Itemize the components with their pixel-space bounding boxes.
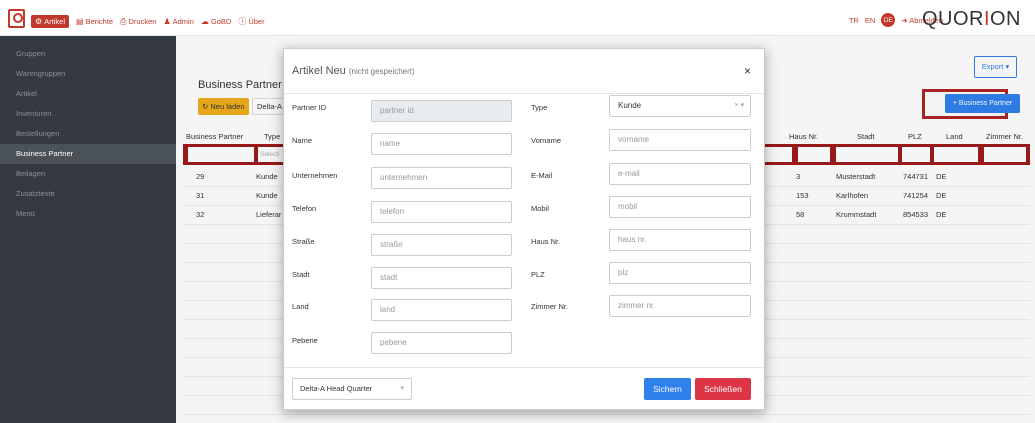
location-select-value: Delta-A Head Quarter	[300, 384, 373, 393]
sidebar-item-bestellungen[interactable]: Bestellungen	[0, 124, 176, 144]
close-button[interactable]: Schließen	[695, 378, 751, 400]
nav-drucken[interactable]: ⎙ Drucken	[120, 17, 156, 27]
main-nav: ⚙ Artikel ▤ Berichte ⎙ Drucken ♟ Admin ☁ GoBD…	[31, 15, 265, 28]
vorname-input[interactable]: vorname	[609, 129, 751, 151]
label-haus-nr: Haus Nr.	[531, 237, 561, 246]
haus-nr-input[interactable]: haus nr.	[609, 229, 751, 251]
nav-label: Artikel	[44, 17, 66, 26]
partner-id-input[interactable]: partner id	[371, 100, 512, 122]
lang-tr[interactable]: TR	[849, 16, 859, 25]
nav-ueber[interactable]: ⓘ Über	[238, 16, 264, 27]
brand-left: QUOR	[921, 8, 984, 30]
location-select[interactable]: Delta-A Head Quarter ▾	[292, 378, 412, 400]
label-mobil: Mobil	[531, 204, 549, 213]
pebene-input[interactable]: pebene	[371, 332, 512, 354]
clear-chevron-icon: × ▾	[734, 102, 744, 109]
lang-de[interactable]: DE	[881, 13, 896, 27]
nav-label: Admin	[172, 17, 194, 26]
nav-admin[interactable]: ♟ Admin	[163, 17, 193, 26]
brand-logo: QUORION	[922, 8, 1021, 31]
label-telefon: Telefon	[292, 204, 317, 213]
dialog-header-divider	[284, 93, 764, 94]
user-icon: ♟	[163, 17, 171, 26]
sidebar-item-gruppen[interactable]: Gruppen	[0, 44, 176, 64]
email-input[interactable]: e-mail	[609, 163, 751, 185]
nav-label: GoBD	[210, 17, 232, 26]
sidebar-item-zusatztexte[interactable]: Zusatztexte	[0, 184, 176, 204]
artikel-neu-dialog: Artikel Neu (nicht gespeichert) × Partne…	[283, 48, 765, 410]
label-email: E-Mail	[531, 171, 553, 180]
app-logo[interactable]	[8, 9, 25, 28]
label-type: Type	[531, 103, 548, 112]
save-button[interactable]: Sichern	[644, 378, 691, 400]
nav-label: Über	[248, 17, 265, 26]
top-bar: ⚙ Artikel ▤ Berichte ⎙ Drucken ♟ Admin ☁ GoBD…	[0, 0, 1035, 36]
plz-input[interactable]: plz	[609, 262, 751, 284]
sidebar-item-inventuren[interactable]: Inventuren	[0, 104, 176, 124]
lang-en[interactable]: EN	[865, 16, 875, 25]
sidebar-item-beilagen[interactable]: Beilagen	[0, 164, 176, 184]
info-icon: ⓘ	[238, 17, 247, 26]
sidebar-item-menue[interactable]: Menü	[0, 204, 176, 224]
nav-label: Drucken	[128, 17, 157, 26]
logout-icon: ➜	[901, 15, 908, 25]
label-strasse: Straße	[292, 237, 315, 246]
dialog-subtitle: (nicht gespeichert)	[348, 67, 415, 76]
print-icon: ⎙	[120, 16, 127, 26]
label-partner-id: Partner ID	[292, 103, 327, 112]
cloud-icon: ☁	[200, 17, 209, 26]
label-land: Land	[292, 302, 309, 311]
sidebar: Gruppen Warengruppen Artikel Inventuren …	[0, 36, 176, 423]
sidebar-item-artikel[interactable]: Artikel	[0, 84, 176, 104]
chart-icon: ▤	[76, 17, 84, 26]
nav-label: Berichte	[85, 17, 114, 26]
dialog-title-text: Artikel Neu	[292, 65, 346, 77]
close-icon[interactable]: ×	[744, 64, 751, 78]
sidebar-item-business-partner[interactable]: Business Partner	[0, 144, 176, 164]
name-input[interactable]: name	[371, 133, 512, 155]
label-pebene: Pebene	[292, 336, 318, 345]
brand-right: ON	[990, 8, 1021, 30]
zimmer-nr-input[interactable]: zimmer nr.	[609, 295, 751, 317]
land-input[interactable]: land	[371, 299, 512, 321]
label-vorname: Vorname	[531, 136, 562, 145]
label-unternehmen: Unternehmen	[292, 171, 338, 180]
dialog-footer-divider	[284, 367, 764, 368]
dialog-title: Artikel Neu (nicht gespeichert)	[292, 65, 415, 77]
label-plz: PLZ	[531, 270, 545, 279]
strasse-input[interactable]: straße	[371, 234, 512, 256]
nav-artikel[interactable]: ⚙ Artikel	[31, 15, 70, 28]
sidebar-item-warengruppen[interactable]: Warengruppen	[0, 64, 176, 84]
gear-icon: ⚙	[35, 17, 43, 26]
telefon-input[interactable]: telefon	[371, 201, 512, 223]
chevron-down-icon: ▾	[400, 385, 404, 392]
label-name: Name	[292, 136, 313, 145]
nav-gobd[interactable]: ☁ GoBD	[201, 17, 231, 26]
type-select-value: Kunde	[618, 101, 642, 110]
unternehmen-input[interactable]: unternehmen	[371, 167, 512, 189]
stadt-input[interactable]: stadt	[371, 267, 512, 289]
nav-berichte[interactable]: ▤ Berichte	[76, 17, 113, 26]
mobil-input[interactable]: mobil	[609, 196, 751, 218]
label-stadt: Stadt	[292, 270, 310, 279]
type-select[interactable]: Kunde × ▾	[609, 95, 751, 117]
label-zimmer-nr: Zimmer Nr.	[531, 302, 569, 311]
